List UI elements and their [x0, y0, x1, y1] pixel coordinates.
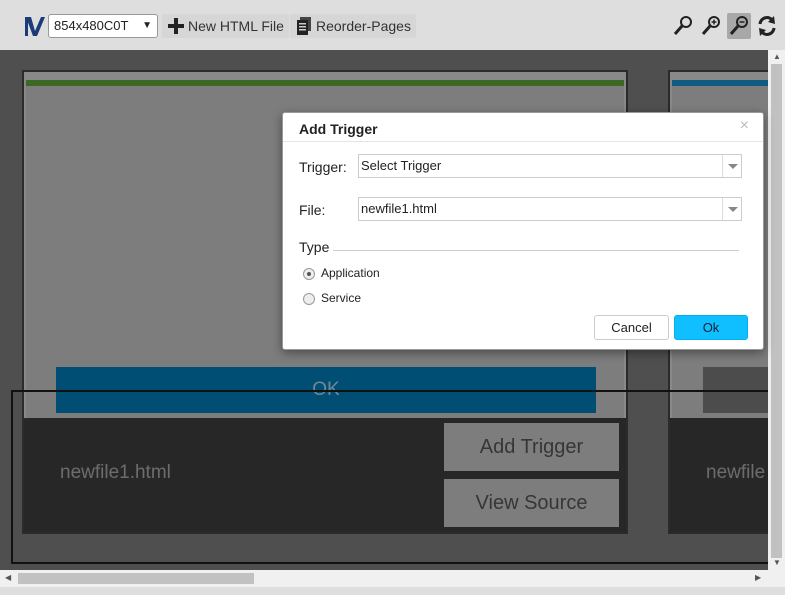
add-trigger-dialog: Add Trigger × Trigger: Select Trigger Fi… [282, 112, 764, 350]
horizontal-scrollbar[interactable]: ◀ ▶ [0, 570, 785, 587]
radio-checked-icon[interactable] [303, 267, 315, 280]
radio-unchecked-icon[interactable] [303, 292, 315, 305]
scroll-down-icon[interactable]: ▼ [773, 558, 781, 567]
reorder-pages-label: Reorder-Pages [316, 18, 411, 34]
scroll-up-icon[interactable]: ▲ [773, 52, 781, 61]
chevron-down-icon: ▼ [142, 20, 152, 31]
scroll-left-icon[interactable]: ◀ [5, 573, 11, 582]
radio-service[interactable]: Service [303, 291, 361, 305]
zoom-out-icon[interactable] [671, 13, 695, 39]
app-window: 854x480C0T ▼ New HTML File Reorder-Pages [0, 0, 785, 595]
horizontal-scroll-thumb[interactable] [18, 573, 254, 584]
cancel-button[interactable]: Cancel [594, 315, 669, 340]
file-select[interactable]: newfile1.html [358, 197, 742, 221]
plus-icon [168, 18, 184, 34]
refresh-icon[interactable] [755, 13, 779, 39]
zoom-in-icon[interactable] [699, 13, 723, 39]
trigger-select[interactable]: Select Trigger [358, 154, 742, 178]
scroll-right-icon[interactable]: ▶ [755, 573, 761, 582]
new-html-file-button[interactable]: New HTML File [162, 14, 289, 38]
vertical-scroll-thumb[interactable] [771, 64, 782, 558]
resolution-select[interactable]: 854x480C0T ▼ [48, 14, 158, 38]
radio-application-label: Application [321, 266, 380, 280]
type-divider [333, 250, 739, 251]
trigger-value: Select Trigger [361, 158, 442, 173]
new-html-file-label: New HTML File [188, 18, 284, 34]
radio-service-label: Service [321, 291, 362, 305]
dialog-divider [283, 141, 763, 142]
pages-icon [297, 17, 311, 35]
type-legend: Type [299, 239, 330, 255]
file-value: newfile1.html [361, 201, 437, 216]
close-icon[interactable]: × [740, 117, 749, 135]
vertical-scrollbar[interactable]: ▲ ▼ [768, 50, 785, 570]
reorder-pages-button[interactable]: Reorder-Pages [290, 14, 416, 38]
toolbar: 854x480C0T ▼ New HTML File Reorder-Pages [0, 0, 785, 50]
dialog-title: Add Trigger [299, 121, 378, 137]
zoom-fit-icon[interactable] [727, 13, 751, 39]
trigger-label: Trigger: [299, 159, 347, 175]
resolution-value: 854x480C0T [54, 18, 129, 33]
file-label: File: [299, 202, 326, 218]
chevron-down-icon [722, 155, 741, 177]
radio-application[interactable]: Application [303, 266, 380, 280]
ok-button[interactable]: Ok [674, 315, 748, 340]
app-logo [25, 17, 45, 36]
selection-outline [11, 390, 768, 564]
chevron-down-icon [722, 198, 741, 220]
